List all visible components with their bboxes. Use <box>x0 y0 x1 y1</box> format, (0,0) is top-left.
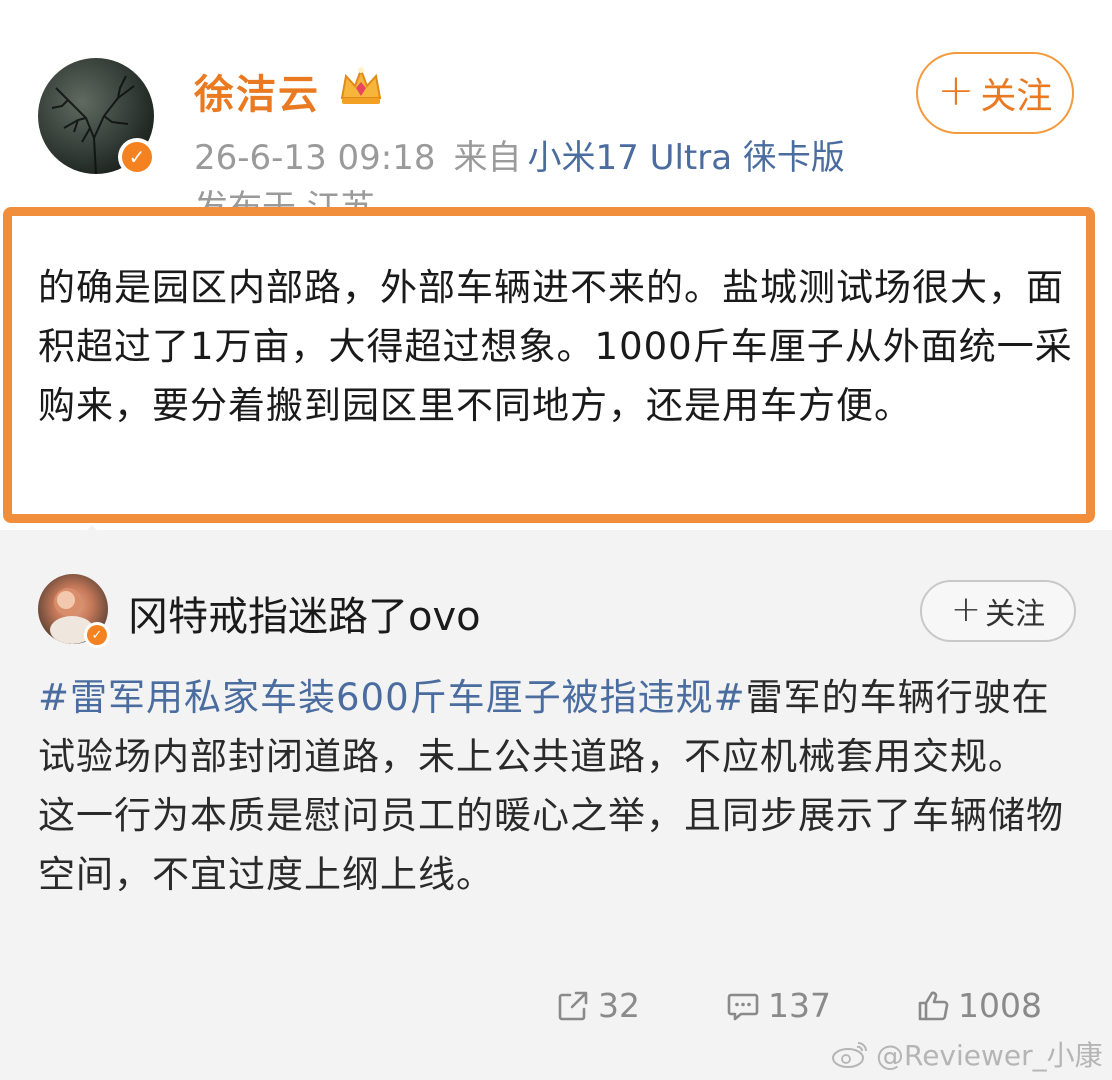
repost-text: #雷军用私家车装600斤车厘子被指违规#雷军的车辆行驶在试验场内部封闭道路，未上… <box>38 668 1078 904</box>
weibo-logo-icon <box>832 1042 867 1068</box>
repost-body-line2: 这一行为本质是慰问员工的暖心之举，且同步展示了车辆储物空间，不宜过度上纲上线。 <box>38 794 1064 896</box>
crown-icon <box>340 67 382 104</box>
from-label: 来自 <box>453 138 522 178</box>
post-meta: 26-6-13 09:18 来自 小米17 Ultra 徕卡版 <box>194 130 845 179</box>
author-name[interactable]: 徐洁云 <box>194 62 320 120</box>
post-text: 的确是园区内部路，外部车辆进不来的。盐城测试场很大，面积超过了1万亩，大得超过想… <box>38 266 1073 427</box>
watermark: @Reviewer_小康 <box>830 1034 1103 1074</box>
post-timestamp: 26-6-13 09:18 <box>194 138 436 178</box>
repost-count: 32 <box>598 986 640 1025</box>
plus-icon: + <box>937 65 975 116</box>
repost-follow-label: 关注 <box>985 597 1046 632</box>
repost-author-name[interactable]: 冈特戒指迷路了ovo <box>128 584 481 642</box>
action-bar: 32 137 1008 <box>0 986 1112 1036</box>
verified-badge-icon: ✓ <box>84 622 110 648</box>
like-action[interactable]: 1008 <box>916 986 1042 1025</box>
comment-count: 137 <box>768 986 831 1025</box>
post-source-device[interactable]: 小米17 Ultra 徕卡版 <box>528 138 845 178</box>
comment-icon <box>727 993 759 1020</box>
repost-icon <box>558 991 588 1020</box>
follow-button-label: 关注 <box>980 76 1053 117</box>
repost-pointer <box>70 525 114 547</box>
hashtag-link[interactable]: #雷军用私家车装600斤车厘子被指违规# <box>38 676 746 719</box>
follow-button[interactable]: + 关注 <box>916 52 1074 134</box>
plus-icon: + <box>950 588 982 630</box>
watermark-text: @Reviewer_小康 <box>876 1039 1103 1072</box>
repost-follow-button[interactable]: + 关注 <box>920 580 1076 642</box>
repost-action[interactable]: 32 <box>556 986 640 1025</box>
verified-badge-icon: ✓ <box>118 138 156 176</box>
like-count: 1008 <box>958 986 1042 1025</box>
like-icon <box>918 991 949 1020</box>
comment-action[interactable]: 137 <box>726 986 831 1025</box>
